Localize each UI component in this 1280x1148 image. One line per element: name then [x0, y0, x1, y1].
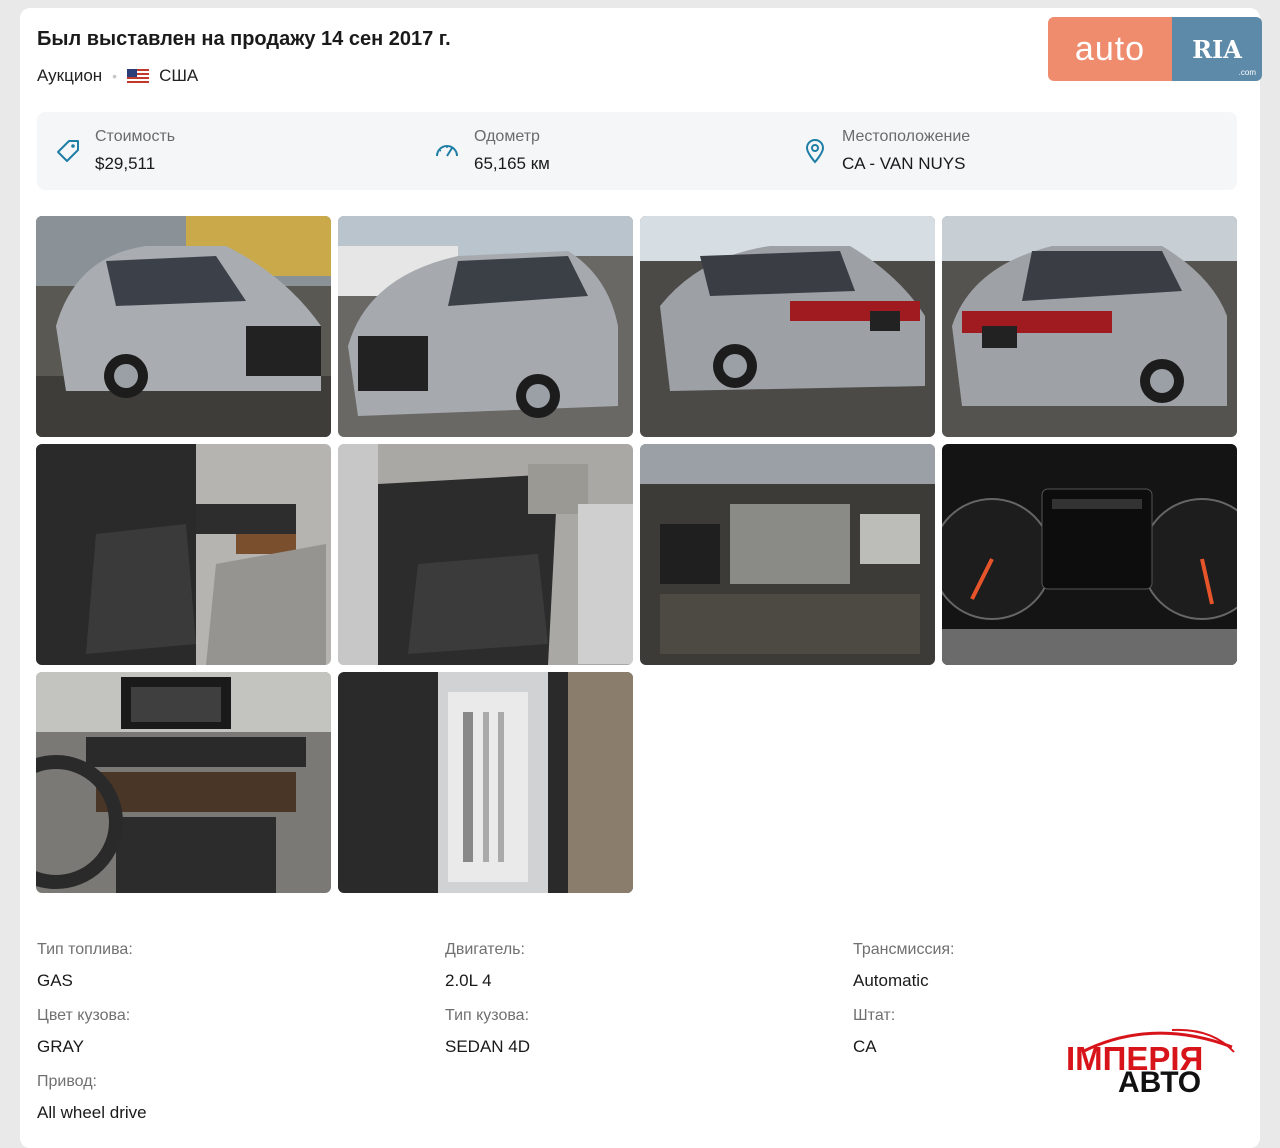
photo-dashboard-console[interactable]	[36, 672, 331, 893]
photo-front-left-exterior[interactable]	[36, 216, 331, 437]
detail-label: Тип топлива:	[37, 941, 133, 958]
detail-body-type: Тип кузова: SEDAN 4D	[445, 1007, 530, 1057]
imperia-avto-watermark: ІМПЕРІЯ АВТО	[1062, 1022, 1242, 1102]
logo-auto-text: auto	[1048, 17, 1172, 81]
location-pin-icon	[802, 138, 828, 164]
stat-odometer: Одометр 65,165 км	[434, 112, 550, 190]
detail-label: Двигатель:	[445, 941, 525, 958]
detail-fuel-type: Тип топлива: GAS	[37, 941, 133, 991]
stats-bar: Стоимость $29,511 Одометр 65,165 км Мест…	[37, 112, 1237, 190]
detail-value: CA	[853, 1037, 877, 1056]
detail-label: Штат:	[853, 1007, 896, 1024]
stat-value: 65,165 км	[474, 154, 550, 173]
photo-engine-bay[interactable]	[640, 444, 935, 665]
detail-drive: Привод: All wheel drive	[37, 1073, 147, 1123]
detail-label: Цвет кузова:	[37, 1007, 131, 1024]
stat-price: Стоимость $29,511	[55, 112, 175, 190]
separator-dot: •	[112, 68, 118, 84]
autoria-logo[interactable]: auto RIA .com	[1048, 17, 1262, 81]
detail-value: All wheel drive	[37, 1103, 147, 1122]
logo-domain-text: .com	[1238, 68, 1256, 77]
page-title: Был выставлен на продажу 14 сен 2017 г.	[37, 28, 451, 50]
price-tag-icon	[55, 138, 81, 164]
detail-value: 2.0L 4	[445, 971, 492, 990]
sale-type: Аукцион	[37, 66, 103, 85]
photo-front-right-exterior[interactable]	[338, 216, 633, 437]
detail-value: Automatic	[853, 971, 929, 990]
photo-rear-right-exterior[interactable]	[942, 216, 1237, 437]
photo-front-interior[interactable]	[36, 444, 331, 665]
logo-ria-block: RIA .com	[1172, 17, 1262, 81]
sale-info: Аукцион • США	[37, 66, 198, 86]
stat-location: Местоположение CA - VAN NUYS	[802, 112, 970, 190]
stat-label: Одометр	[474, 128, 540, 145]
logo-ria-text: RIA	[1192, 34, 1242, 64]
odometer-icon	[434, 138, 460, 164]
photo-rear-seats-interior[interactable]	[338, 444, 633, 665]
watermark-line2: АВТО	[1118, 1066, 1202, 1099]
detail-label: Привод:	[37, 1073, 97, 1090]
detail-value: SEDAN 4D	[445, 1037, 531, 1056]
detail-label: Тип кузова:	[445, 1007, 530, 1024]
photo-door-jamb-label[interactable]	[338, 672, 633, 893]
detail-value: GAS	[37, 971, 73, 990]
detail-state: Штат: CA	[853, 1007, 895, 1057]
photo-instrument-cluster[interactable]	[942, 444, 1237, 665]
detail-engine: Двигатель: 2.0L 4	[445, 941, 525, 991]
stat-label: Стоимость	[95, 128, 176, 145]
stat-label: Местоположение	[842, 128, 971, 145]
detail-value: GRAY	[37, 1037, 84, 1056]
us-flag-icon	[127, 69, 150, 83]
detail-transmission: Трансмиссия: Automatic	[853, 941, 955, 991]
stat-value: CA - VAN NUYS	[842, 154, 966, 173]
stat-value: $29,511	[95, 154, 156, 173]
country: США	[159, 66, 199, 85]
photo-rear-left-exterior[interactable]	[640, 216, 935, 437]
detail-label: Трансмиссия:	[853, 941, 955, 958]
detail-body-color: Цвет кузова: GRAY	[37, 1007, 130, 1057]
